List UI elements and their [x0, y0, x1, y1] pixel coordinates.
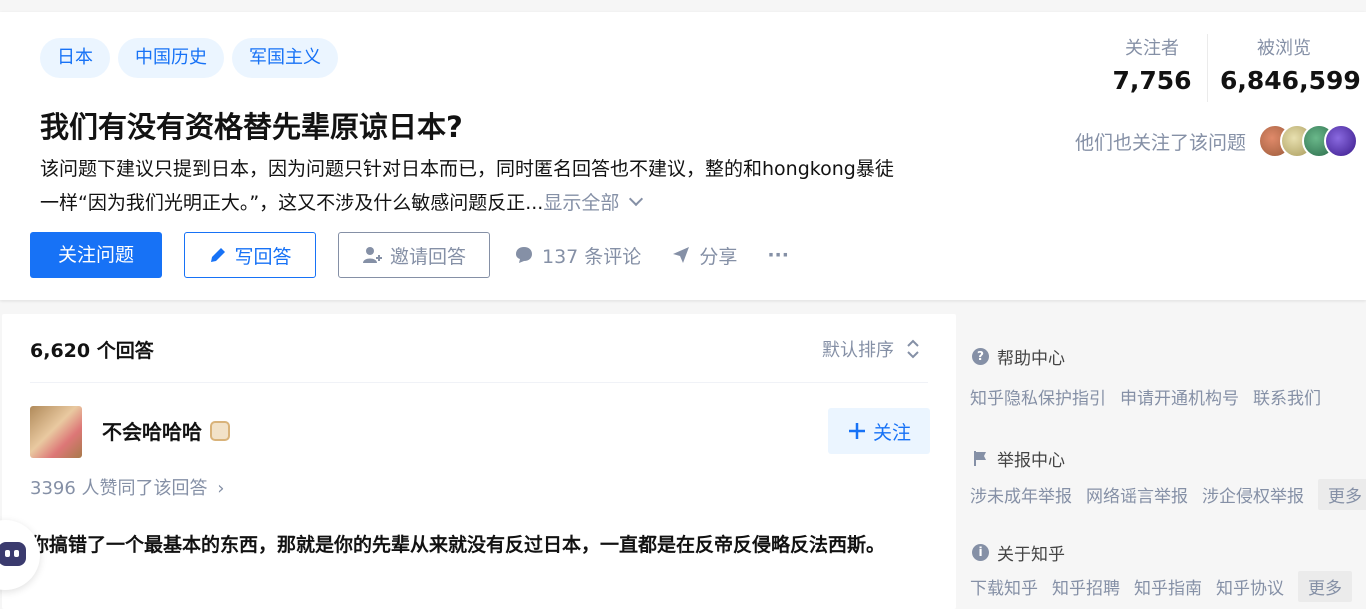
- invite-answer-button[interactable]: 邀请回答: [338, 232, 490, 278]
- report-links: 涉未成年举报 网络谣言举报 涉企侵权举报 更多: [970, 479, 1366, 510]
- share-button[interactable]: 分享: [671, 242, 737, 269]
- sort-label: 默认排序: [822, 340, 894, 361]
- comment-icon: [516, 247, 532, 263]
- sidebar-link[interactable]: 知乎隐私保护指引: [970, 384, 1106, 409]
- sidebar-link[interactable]: 涉企侵权举报: [1202, 482, 1304, 510]
- show-all-button[interactable]: 显示全部: [543, 192, 619, 214]
- sidebar-link[interactable]: 知乎指南: [1134, 574, 1202, 602]
- report-center-title[interactable]: 举报中心: [972, 446, 1065, 471]
- write-answer-button[interactable]: 写回答: [184, 232, 316, 278]
- more-button[interactable]: 更多: [1318, 479, 1366, 510]
- more-button[interactable]: 更多: [1298, 571, 1352, 602]
- views-count: 6,846,599: [1220, 66, 1361, 95]
- robot-icon: [0, 542, 26, 566]
- share-label: 分享: [699, 245, 738, 268]
- vote-summary-label: 3396 人赞同了该回答: [30, 478, 208, 499]
- follow-author-label: 关注: [872, 421, 911, 444]
- follow-author-button[interactable]: 关注: [828, 408, 930, 454]
- robot-eye: [14, 550, 19, 557]
- topic-tag[interactable]: 军国主义: [232, 38, 338, 78]
- author-avatar[interactable]: [30, 406, 82, 458]
- sort-dropdown[interactable]: 默认排序: [822, 336, 922, 362]
- question-stats: 关注者 7,756 被浏览 6,846,599: [1109, 34, 1361, 102]
- followers-count: 7,756: [1112, 66, 1192, 95]
- write-answer-label: 写回答: [234, 245, 292, 268]
- comments-button[interactable]: 137 条评论: [514, 242, 641, 269]
- answer-content[interactable]: 你搞错了一个最基本的东西，那就是你的先辈从来就没有反过日本，一直都是在反帝反侵略…: [30, 528, 930, 562]
- share-icon: [673, 247, 690, 263]
- description-line-1: 该问题下建议只提到日本，因为问题只针对日本而已，同时匿名回答也不建议，整的和ho…: [40, 158, 894, 180]
- more-actions-button[interactable]: ···: [767, 244, 789, 266]
- topic-list: 日本 中国历史 军国主义: [40, 38, 338, 78]
- answer-list-card: 6,620 个回答 默认排序 不会哈哈哈 关注 3396 人赞同了该回答 › 你…: [2, 314, 956, 609]
- also-follow-label: 他们也关注了该问题: [1074, 131, 1246, 154]
- about-zhihu-title[interactable]: i 关于知乎: [972, 540, 1065, 565]
- question-actions: 关注问题 写回答 邀请回答 137 条评论 分享 ···: [30, 232, 789, 278]
- invite-answer-label: 邀请回答: [389, 245, 466, 268]
- sidebar-link[interactable]: 知乎招聘: [1052, 574, 1120, 602]
- pencil-icon: [211, 248, 226, 262]
- sidebar-link[interactable]: 下载知乎: [970, 574, 1038, 602]
- answer-count: 6,620 个回答: [30, 340, 154, 362]
- topic-tag[interactable]: 中国历史: [118, 38, 224, 78]
- plus-icon: [848, 423, 865, 439]
- sidebar-link[interactable]: 联系我们: [1253, 384, 1321, 409]
- divider: [30, 382, 928, 383]
- topic-tag[interactable]: 日本: [40, 38, 110, 78]
- about-links: 下载知乎 知乎招聘 知乎指南 知乎协议 更多: [970, 571, 1352, 602]
- chevron-down-icon[interactable]: [629, 191, 644, 207]
- flag-icon: [974, 451, 986, 466]
- robot-eye: [5, 550, 10, 557]
- info-icon: i: [972, 544, 989, 561]
- question-description: 该问题下建议只提到日本，因为问题只针对日本而已，同时匿名回答也不建议，整的和ho…: [40, 152, 980, 220]
- help-center-title[interactable]: ? 帮助中心: [972, 344, 1065, 369]
- views-stat: 被浏览 6,846,599: [1220, 34, 1361, 102]
- question-mark-icon: ?: [972, 348, 989, 365]
- sidebar-link[interactable]: 涉未成年举报: [970, 482, 1072, 510]
- followers-label: 关注者: [1125, 38, 1179, 59]
- sidebar-link[interactable]: 网络谣言举报: [1086, 482, 1188, 510]
- invite-user-icon: [362, 247, 382, 263]
- author-name[interactable]: 不会哈哈哈: [102, 416, 202, 445]
- chevron-right-icon: ›: [217, 478, 225, 499]
- stats-divider: [1207, 34, 1208, 102]
- author-info: 不会哈哈哈: [102, 416, 230, 445]
- about-zhihu-label: 关于知乎: [997, 545, 1065, 565]
- views-label: 被浏览: [1257, 38, 1311, 59]
- sort-arrows-icon: [907, 339, 919, 359]
- top-strip: [0, 0, 1366, 12]
- followers-stat[interactable]: 关注者 7,756: [1109, 34, 1195, 102]
- help-center-label: 帮助中心: [997, 349, 1065, 369]
- badge-icon: [210, 420, 230, 441]
- description-text: 一样“因为我们光明正大。”，这又不涉及什么敏感问题反正...: [40, 192, 544, 214]
- sidebar-link[interactable]: 知乎协议: [1216, 574, 1284, 602]
- also-follow-row: 他们也关注了该问题: [1075, 124, 1358, 158]
- question-header: 日本 中国历史 军国主义 我们有没有资格替先辈原谅日本? 该问题下建议只提到日本…: [0, 12, 1366, 300]
- comments-label: 137 条评论: [542, 245, 642, 268]
- avatar[interactable]: [1324, 124, 1358, 158]
- question-title: 我们有没有资格替先辈原谅日本?: [40, 110, 463, 144]
- sidebar: ? 帮助中心 知乎隐私保护指引 申请开通机构号 联系我们 举报中心 涉未成年举报…: [956, 314, 1366, 609]
- help-links: 知乎隐私保护指引 申请开通机构号 联系我们: [970, 384, 1321, 409]
- vote-summary[interactable]: 3396 人赞同了该回答 ›: [30, 474, 224, 500]
- description-line-2: 一样“因为我们光明正大。”，这又不涉及什么敏感问题反正...显示全部: [40, 186, 980, 220]
- follow-question-button[interactable]: 关注问题: [30, 232, 162, 278]
- report-center-label: 举报中心: [997, 451, 1065, 471]
- sidebar-link[interactable]: 申请开通机构号: [1120, 384, 1239, 409]
